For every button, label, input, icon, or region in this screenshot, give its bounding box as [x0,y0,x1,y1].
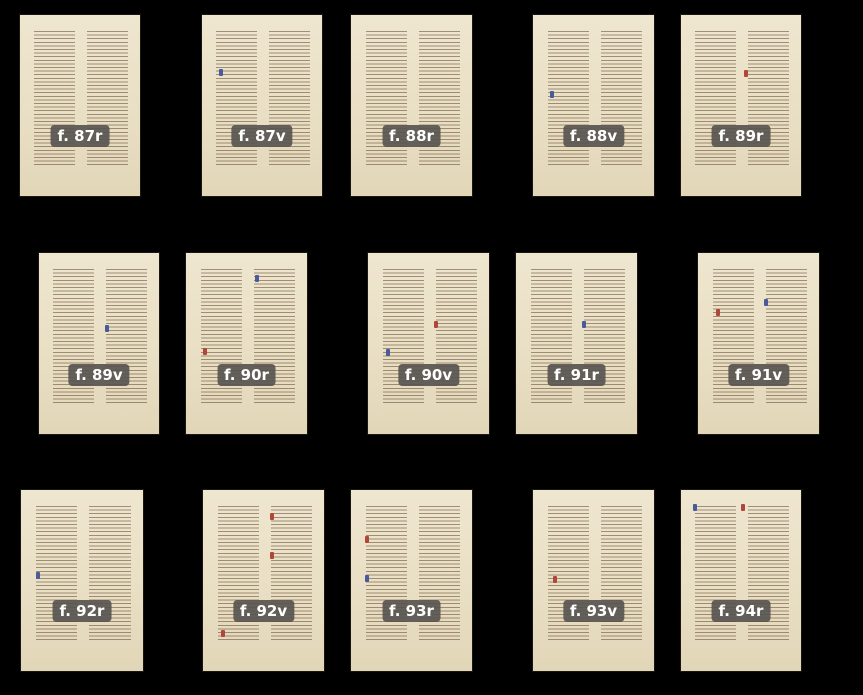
illuminated-initial [744,70,748,77]
folio-image [351,15,472,196]
folio-label: f. 93v [562,600,625,622]
folio-image [351,490,472,671]
folio-thumbnail[interactable]: f. 91r [516,253,637,434]
folio-label: f. 87v [231,125,293,147]
folio-thumbnail[interactable]: f. 89r [681,15,801,196]
folio-image [186,253,307,434]
folio-image [368,253,489,434]
illuminated-initial [741,504,745,511]
folio-thumbnail[interactable]: f. 93r [351,490,472,671]
folio-label: f. 92r [52,600,112,622]
folio-label: f. 92v [232,600,295,622]
folio-image [21,490,143,671]
folio-image [20,15,140,196]
illuminated-initial [550,91,554,98]
illuminated-initial [270,513,274,520]
folio-image [202,15,322,196]
folio-image [516,253,637,434]
folio-image [203,490,324,671]
folio-label: f. 94r [711,600,771,622]
illuminated-initial [434,321,438,328]
illuminated-initial [553,576,557,583]
folio-label: f. 88r [382,125,441,147]
folio-thumbnail[interactable]: f. 94r [681,490,801,671]
folio-image [681,490,801,671]
illuminated-initial [36,572,40,579]
folio-image [681,15,801,196]
folio-label: f. 90v [397,364,460,386]
folio-thumbnail[interactable]: f. 90v [368,253,489,434]
illuminated-initial [365,536,369,543]
folio-gallery: f. 87r f. 87v f. 88r f. 88v f. 89r f. 89… [0,0,863,695]
folio-thumbnail[interactable]: f. 88v [533,15,654,196]
folio-thumbnail[interactable]: f. 93v [533,490,654,671]
illuminated-initial [203,348,207,355]
folio-label: f. 89r [711,125,771,147]
folio-label: f. 91v [727,364,790,386]
folio-label: f. 91r [547,364,606,386]
folio-thumbnail[interactable]: f. 87r [20,15,140,196]
illuminated-initial [255,275,259,282]
folio-thumbnail[interactable]: f. 88r [351,15,472,196]
illuminated-initial [221,630,225,637]
folio-label: f. 89v [68,364,130,386]
illuminated-initial [764,299,768,306]
folio-image [698,253,819,434]
folio-image [533,490,654,671]
folio-label: f. 90r [217,364,276,386]
illuminated-initial [105,325,109,332]
illuminated-initial [693,504,697,511]
illuminated-initial [716,309,720,316]
folio-thumbnail[interactable]: f. 91v [698,253,819,434]
folio-thumbnail[interactable]: f. 87v [202,15,322,196]
folio-image [39,253,159,434]
folio-thumbnail[interactable]: f. 90r [186,253,307,434]
folio-thumbnail[interactable]: f. 89v [39,253,159,434]
folio-label: f. 93r [382,600,441,622]
illuminated-initial [365,575,369,582]
folio-thumbnail[interactable]: f. 92r [21,490,143,671]
folio-thumbnail[interactable]: f. 92v [203,490,324,671]
folio-image [533,15,654,196]
folio-label: f. 88v [562,125,625,147]
illuminated-initial [582,321,586,328]
illuminated-initial [219,69,223,76]
illuminated-initial [270,552,274,559]
folio-label: f. 87r [50,125,110,147]
illuminated-initial [386,349,390,356]
